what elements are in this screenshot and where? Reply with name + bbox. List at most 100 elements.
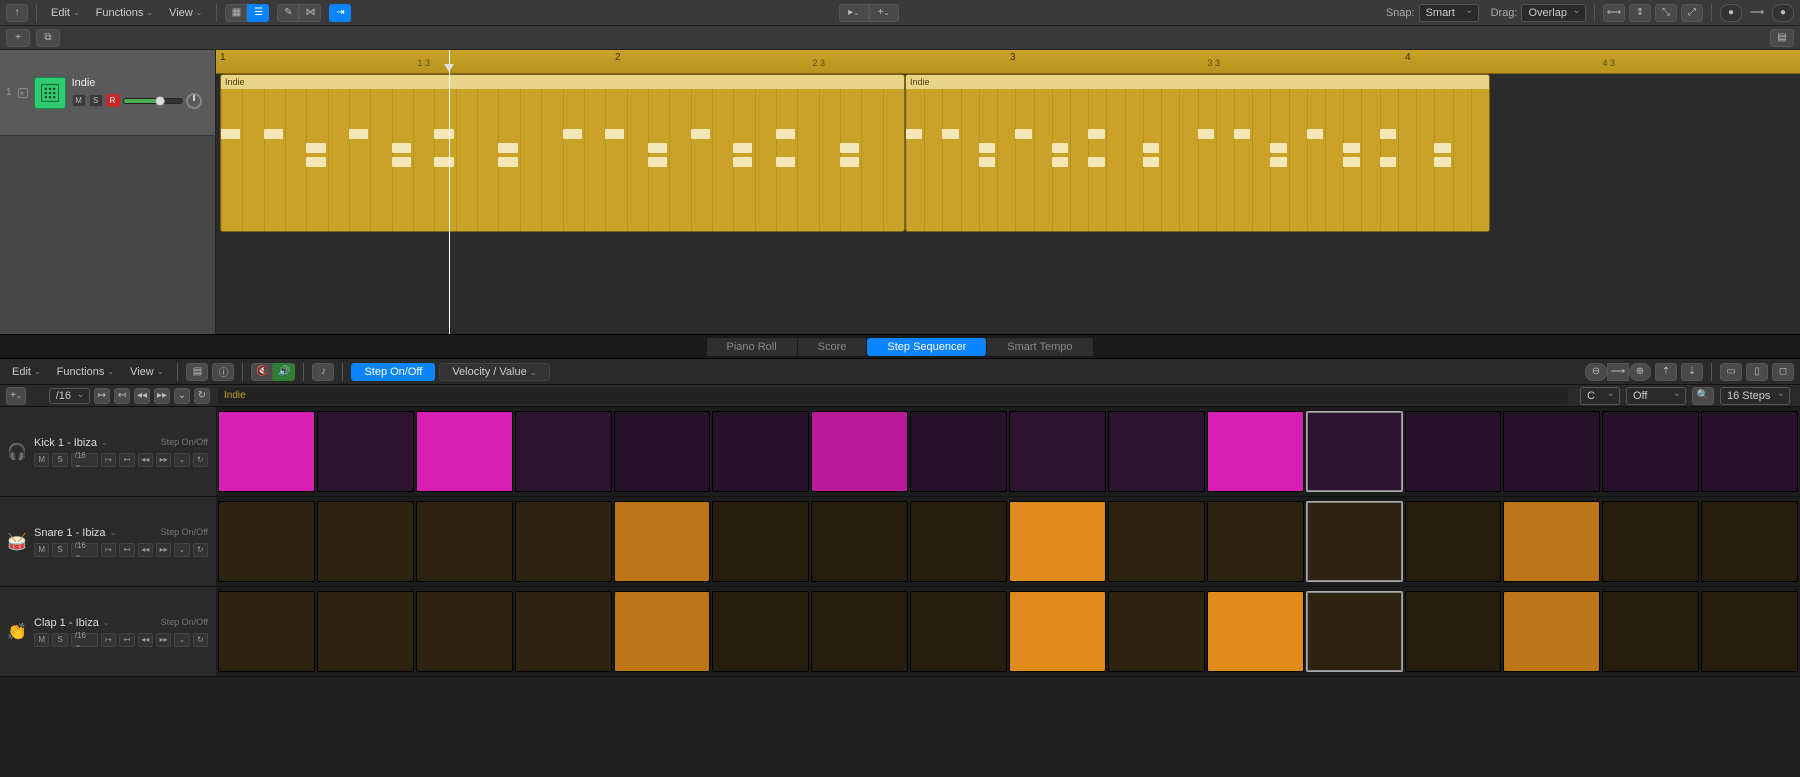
step-cell[interactable] xyxy=(317,501,414,582)
pattern-scale-select[interactable]: Off xyxy=(1626,387,1686,405)
step-cell[interactable] xyxy=(910,411,1007,492)
step-cell[interactable] xyxy=(218,591,315,672)
waveform-zoom-out-icon[interactable]: ● xyxy=(1720,4,1742,22)
midi-note[interactable] xyxy=(392,157,411,167)
row-loop-start-icon[interactable]: ↦ xyxy=(101,543,116,557)
midi-note[interactable] xyxy=(648,143,667,153)
add-track-button[interactable]: + xyxy=(6,29,30,47)
seq-view2-icon[interactable]: ▯ xyxy=(1746,363,1768,381)
row-mute-button[interactable]: M xyxy=(34,633,49,647)
prev-page-icon[interactable]: ◂◂ xyxy=(134,388,150,404)
seq-functions-menu[interactable]: Functions⌄ xyxy=(51,364,120,380)
automation-icon[interactable]: ✎ xyxy=(277,4,299,22)
step-cell[interactable] xyxy=(1602,591,1699,672)
step-cell[interactable] xyxy=(1405,501,1502,582)
row-prev-icon[interactable]: ◂◂ xyxy=(138,633,153,647)
midi-note[interactable] xyxy=(1143,143,1159,153)
step-cell[interactable] xyxy=(1503,501,1600,582)
row-mute-button[interactable]: M xyxy=(34,543,49,557)
step-cell[interactable] xyxy=(1207,411,1304,492)
step-cell[interactable] xyxy=(712,501,809,582)
midi-note[interactable] xyxy=(1307,129,1323,139)
midi-note[interactable] xyxy=(1052,143,1068,153)
loop-start-icon[interactable]: ↦ xyxy=(94,388,110,404)
midi-note[interactable] xyxy=(264,129,283,139)
step-cell[interactable] xyxy=(811,411,908,492)
search-icon[interactable]: 🔍 xyxy=(1692,387,1714,405)
waveform-link-icon[interactable]: ⟶ xyxy=(1746,4,1768,22)
snap-select[interactable]: Smart xyxy=(1419,4,1479,22)
flex-icon[interactable]: ⋈ xyxy=(299,4,321,22)
tab-piano-roll[interactable]: Piano Roll xyxy=(707,338,798,356)
step-cell[interactable] xyxy=(1701,411,1798,492)
row-solo-button[interactable]: S xyxy=(52,453,67,467)
row-loop-end-icon[interactable]: ↤ xyxy=(119,453,134,467)
timeline[interactable]: 11 322 333 344 35 Indie Indie xyxy=(216,50,1800,334)
step-cell[interactable] xyxy=(317,411,414,492)
midi-note[interactable] xyxy=(392,143,411,153)
seq-view3-icon[interactable]: ◻ xyxy=(1772,363,1794,381)
midi-note[interactable] xyxy=(1143,157,1159,167)
midi-note[interactable] xyxy=(1015,129,1031,139)
row-prev-icon[interactable]: ◂◂ xyxy=(138,453,153,467)
add-row-button[interactable]: +⌄ xyxy=(6,387,26,405)
step-cell[interactable] xyxy=(1306,411,1403,492)
catch-playhead-icon[interactable]: ⇥ xyxy=(329,4,351,22)
row-down-icon[interactable]: ⌄ xyxy=(174,453,189,467)
midi-note[interactable] xyxy=(498,143,517,153)
row-solo-button[interactable]: S xyxy=(52,633,67,647)
page-down-icon[interactable]: ⌄ xyxy=(174,388,190,404)
midi-note[interactable] xyxy=(691,129,710,139)
step-cell[interactable] xyxy=(317,591,414,672)
midi-note[interactable] xyxy=(434,157,453,167)
step-cell[interactable] xyxy=(1405,591,1502,672)
midi-note[interactable] xyxy=(1380,157,1396,167)
drag-select[interactable]: Overlap xyxy=(1521,4,1586,22)
midi-note[interactable] xyxy=(349,129,368,139)
row-loop-start-icon[interactable]: ↦ xyxy=(101,633,116,647)
global-tracks-button[interactable]: ▤ xyxy=(1770,29,1794,47)
playhead[interactable] xyxy=(449,50,450,334)
track-name[interactable]: Indie xyxy=(72,77,209,89)
record-enable-button[interactable]: R xyxy=(106,94,120,107)
step-row-header[interactable]: 👏Clap 1 - Ibiza ⌄Step On/OffMS/16 ⌄↦↤◂◂▸… xyxy=(0,587,216,676)
row-division-select[interactable]: /16 ⌄ xyxy=(71,453,98,467)
next-page-icon[interactable]: ▸▸ xyxy=(154,388,170,404)
track-row[interactable]: 1 ▸ Indie M S R xyxy=(0,50,215,136)
step-cell[interactable] xyxy=(1108,591,1205,672)
waveform-zoom-in-icon[interactable]: ● xyxy=(1772,4,1794,22)
seq-down-icon[interactable]: ⇣ xyxy=(1681,363,1703,381)
row-division-select[interactable]: /16 ⌄ xyxy=(71,633,98,647)
row-next-icon[interactable]: ▸▸ xyxy=(156,453,171,467)
step-cell[interactable] xyxy=(1207,591,1304,672)
step-cell[interactable] xyxy=(1602,501,1699,582)
pattern-length-select[interactable]: 16 Steps xyxy=(1720,387,1790,405)
midi-in-icon[interactable]: ♪ xyxy=(312,363,334,381)
step-cell[interactable] xyxy=(614,501,711,582)
seq-up-icon[interactable]: ⇡ xyxy=(1655,363,1677,381)
midi-note[interactable] xyxy=(1052,157,1068,167)
duplicate-track-button[interactable]: ⧉ xyxy=(36,29,60,47)
step-cell[interactable] xyxy=(1009,411,1106,492)
list-view-icon[interactable]: ☰ xyxy=(247,4,269,22)
alt-tool-icon[interactable]: +⌄ xyxy=(869,4,899,22)
row-loop-end-icon[interactable]: ↤ xyxy=(119,543,134,557)
row-loop-end-icon[interactable]: ↤ xyxy=(119,633,134,647)
step-cell[interactable] xyxy=(218,411,315,492)
midi-note[interactable] xyxy=(942,129,958,139)
row-down-icon[interactable]: ⌄ xyxy=(174,543,189,557)
midi-note[interactable] xyxy=(434,129,453,139)
region-indie-2[interactable]: Indie xyxy=(905,74,1490,232)
midi-note[interactable] xyxy=(906,129,922,139)
row-loop-start-icon[interactable]: ↦ xyxy=(101,453,116,467)
step-cell[interactable] xyxy=(1405,411,1502,492)
step-cell[interactable] xyxy=(1009,591,1106,672)
step-cell[interactable] xyxy=(1503,591,1600,672)
row-rotate-icon[interactable]: ↻ xyxy=(193,633,208,647)
midi-note[interactable] xyxy=(776,157,795,167)
tab-score[interactable]: Score xyxy=(798,338,868,356)
step-cell[interactable] xyxy=(515,591,612,672)
seq-zoom-h-icon[interactable]: ⊖ xyxy=(1585,363,1607,381)
row-next-icon[interactable]: ▸▸ xyxy=(156,633,171,647)
region-indie-1[interactable]: Indie xyxy=(220,74,905,232)
